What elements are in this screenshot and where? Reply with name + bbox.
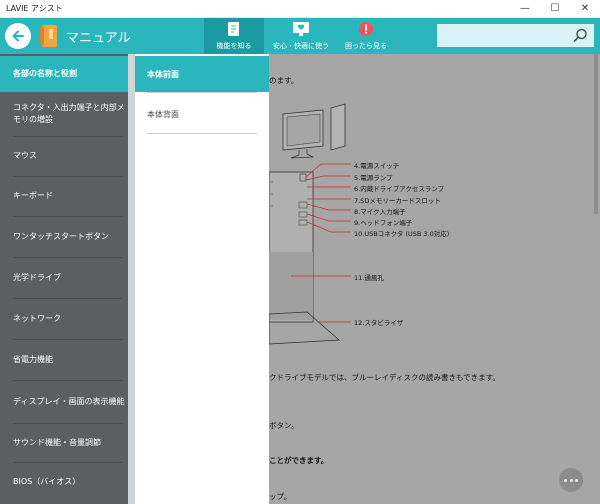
dot-icon: [564, 479, 567, 482]
app-header: マニュアル 機能を知る 安心・快適に使う 困ったら見る: [0, 18, 600, 54]
panel-edge: [128, 54, 135, 504]
sidebar-item-sound[interactable]: サウンド機能・音量調節: [0, 424, 130, 462]
manual-book-icon: [40, 25, 57, 47]
window-title: LAVIE アシスト: [6, 4, 63, 13]
callout-label: 8.マイク入力端子: [354, 208, 406, 216]
sidebar-item-display[interactable]: ディスプレイ・画面の表示機能: [0, 381, 126, 423]
minimize-button[interactable]: —: [510, 0, 540, 18]
sidebar-item-one-touch-start[interactable]: ワンタッチスタートボタン: [0, 217, 130, 257]
callout-label: 4.電源スイッチ: [354, 162, 400, 170]
sidebar-item-connectors[interactable]: コネクタ・入出力端子と内部メモリの増設: [0, 96, 128, 132]
callout-label: 10.USBコネクタ (USB 3.0対応): [354, 230, 450, 238]
body-text: ことができます。: [269, 456, 329, 465]
monitor-illustration: [282, 103, 346, 159]
callout-label: 9.ヘッドフォン端子: [354, 219, 413, 227]
monitor-heart-icon: [293, 22, 309, 36]
close-button[interactable]: ✕: [570, 0, 600, 18]
sidebar-item-keyboard[interactable]: キーボード: [0, 177, 130, 215]
divider: [147, 92, 257, 93]
sidebar-item-optical-drive[interactable]: 光学ドライブ: [0, 258, 130, 298]
tab-label: 機能を知る: [216, 42, 252, 50]
subtopic-panel: 本体前面 本体背面: [128, 54, 269, 504]
tab-troubleshoot[interactable]: 困ったら見る: [338, 18, 394, 54]
tab-learn-features[interactable]: 機能を知る: [204, 18, 264, 54]
callout-label: 7.SDメモリーカードスロット: [354, 197, 441, 205]
sidebar-item-names-and-roles[interactable]: 各部の名称と役割: [0, 56, 130, 92]
subtopic-front[interactable]: 本体前面: [135, 56, 269, 92]
more-options-button[interactable]: [559, 468, 583, 492]
back-button[interactable]: [5, 23, 31, 49]
dot-icon: [569, 479, 573, 482]
window-titlebar: LAVIE アシスト — ☐ ✕: [0, 0, 600, 18]
sidebar-item-mouse[interactable]: マウス: [0, 137, 130, 175]
dot-icon: [575, 479, 578, 482]
body-text: ップ。: [269, 492, 292, 501]
manual-content: のます。 4.電源スイッチ 5.電源ランプ 6.内蔵ドライブアクセスランプ 7.…: [269, 54, 600, 504]
scrollbar[interactable]: [594, 54, 598, 214]
tab-label: 困ったら見る: [345, 42, 387, 50]
tab-label: 安心・快適に使う: [273, 42, 329, 50]
callout-label: 5.電源ランプ: [354, 174, 393, 182]
search-input[interactable]: [437, 24, 567, 47]
arrow-left-icon: [12, 30, 24, 42]
page-title: マニュアル: [66, 31, 131, 46]
pencil-note-icon: [228, 22, 239, 36]
body-text: クドライブモデルでは、ブルーレイディスクの読み書きもできます。: [269, 373, 500, 382]
divider: [147, 133, 257, 134]
pc-diagram: [269, 103, 351, 345]
subtopic-back[interactable]: 本体背面: [135, 96, 269, 132]
search-icon[interactable]: [573, 28, 588, 43]
sidebar-item-power-saving[interactable]: 省電力機能: [0, 340, 130, 380]
callout-label: 6.内蔵ドライブアクセスランプ: [354, 185, 445, 193]
search-box: [437, 24, 594, 47]
sidebar-item-bios[interactable]: BIOS（バイオス）: [0, 463, 130, 501]
body-text: ボタン。: [269, 421, 299, 430]
callout-label: 11.通風孔: [354, 274, 384, 282]
alert-icon: [359, 22, 373, 36]
callout-label: 12.スタビライザ: [354, 319, 404, 327]
sidebar: 各部の名称と役割 コネクタ・入出力端子と内部メモリの増設 マウス キーボード ワ…: [0, 54, 130, 504]
tower-illustration: [269, 171, 341, 345]
maximize-button[interactable]: ☐: [540, 0, 570, 18]
sidebar-item-network[interactable]: ネットワーク: [0, 299, 130, 339]
tab-safe-comfortable[interactable]: 安心・快適に使う: [270, 18, 332, 54]
